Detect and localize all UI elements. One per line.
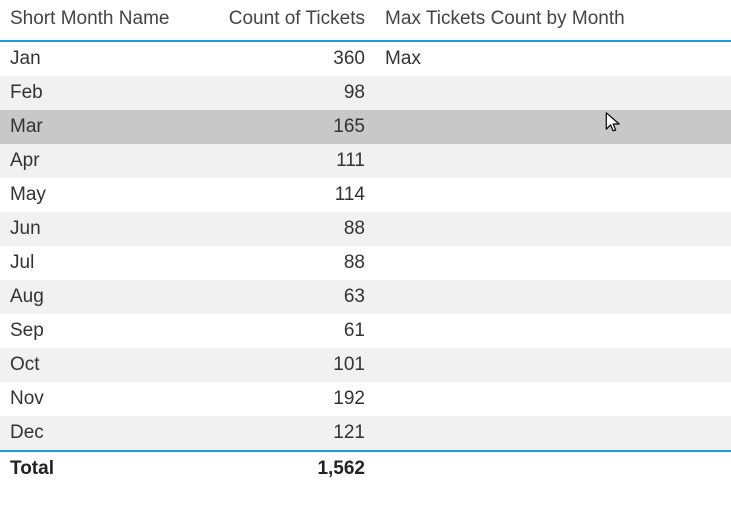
table-row[interactable]: Jul 88 bbox=[0, 246, 731, 280]
cell-max bbox=[375, 382, 731, 416]
table-row[interactable]: Jan 360 Max bbox=[0, 41, 731, 76]
total-count: 1,562 bbox=[200, 451, 375, 488]
cell-count: 61 bbox=[200, 314, 375, 348]
cell-month: Oct bbox=[0, 348, 200, 382]
table-row[interactable]: Aug 63 bbox=[0, 280, 731, 314]
cell-month: Mar bbox=[0, 110, 200, 144]
cell-count: 88 bbox=[200, 212, 375, 246]
cell-max bbox=[375, 314, 731, 348]
table-row[interactable]: Sep 61 bbox=[0, 314, 731, 348]
cell-month: Apr bbox=[0, 144, 200, 178]
table-header: Short Month Name Count of Tickets Max Ti… bbox=[0, 0, 731, 41]
cell-month: Sep bbox=[0, 314, 200, 348]
cell-max bbox=[375, 178, 731, 212]
col-header-count[interactable]: Count of Tickets bbox=[200, 0, 375, 41]
col-header-month[interactable]: Short Month Name bbox=[0, 0, 200, 41]
cell-count: 360 bbox=[200, 41, 375, 76]
cell-count: 192 bbox=[200, 382, 375, 416]
cell-month: Jul bbox=[0, 246, 200, 280]
cell-count: 63 bbox=[200, 280, 375, 314]
table-row[interactable]: Jun 88 bbox=[0, 212, 731, 246]
cell-month: Jan bbox=[0, 41, 200, 76]
cell-month: Dec bbox=[0, 416, 200, 451]
cell-month: Nov bbox=[0, 382, 200, 416]
cell-count: 101 bbox=[200, 348, 375, 382]
cell-max bbox=[375, 348, 731, 382]
cell-month: May bbox=[0, 178, 200, 212]
tickets-table[interactable]: Short Month Name Count of Tickets Max Ti… bbox=[0, 0, 731, 488]
cell-max bbox=[375, 416, 731, 451]
cell-count: 165 bbox=[200, 110, 375, 144]
table-body: Jan 360 Max Feb 98 Mar 165 Apr 111 May 1… bbox=[0, 41, 731, 451]
table-row[interactable]: May 114 bbox=[0, 178, 731, 212]
cell-count: 111 bbox=[200, 144, 375, 178]
table-row[interactable]: Oct 101 bbox=[0, 348, 731, 382]
table-row[interactable]: Mar 165 bbox=[0, 110, 731, 144]
cell-month: Jun bbox=[0, 212, 200, 246]
table-row[interactable]: Feb 98 bbox=[0, 76, 731, 110]
table-row[interactable]: Nov 192 bbox=[0, 382, 731, 416]
cell-max bbox=[375, 110, 731, 144]
total-label: Total bbox=[0, 451, 200, 488]
col-header-max[interactable]: Max Tickets Count by Month bbox=[375, 0, 731, 41]
cell-count: 88 bbox=[200, 246, 375, 280]
cell-count: 98 bbox=[200, 76, 375, 110]
cell-max bbox=[375, 280, 731, 314]
cell-max bbox=[375, 246, 731, 280]
cell-max: Max bbox=[375, 41, 731, 76]
cell-month: Aug bbox=[0, 280, 200, 314]
cell-count: 114 bbox=[200, 178, 375, 212]
table-row[interactable]: Apr 111 bbox=[0, 144, 731, 178]
cell-max bbox=[375, 76, 731, 110]
table-row[interactable]: Dec 121 bbox=[0, 416, 731, 451]
cell-max bbox=[375, 212, 731, 246]
cell-max bbox=[375, 144, 731, 178]
total-max bbox=[375, 451, 731, 488]
table-footer: Total 1,562 bbox=[0, 451, 731, 488]
cell-month: Feb bbox=[0, 76, 200, 110]
cell-count: 121 bbox=[200, 416, 375, 451]
